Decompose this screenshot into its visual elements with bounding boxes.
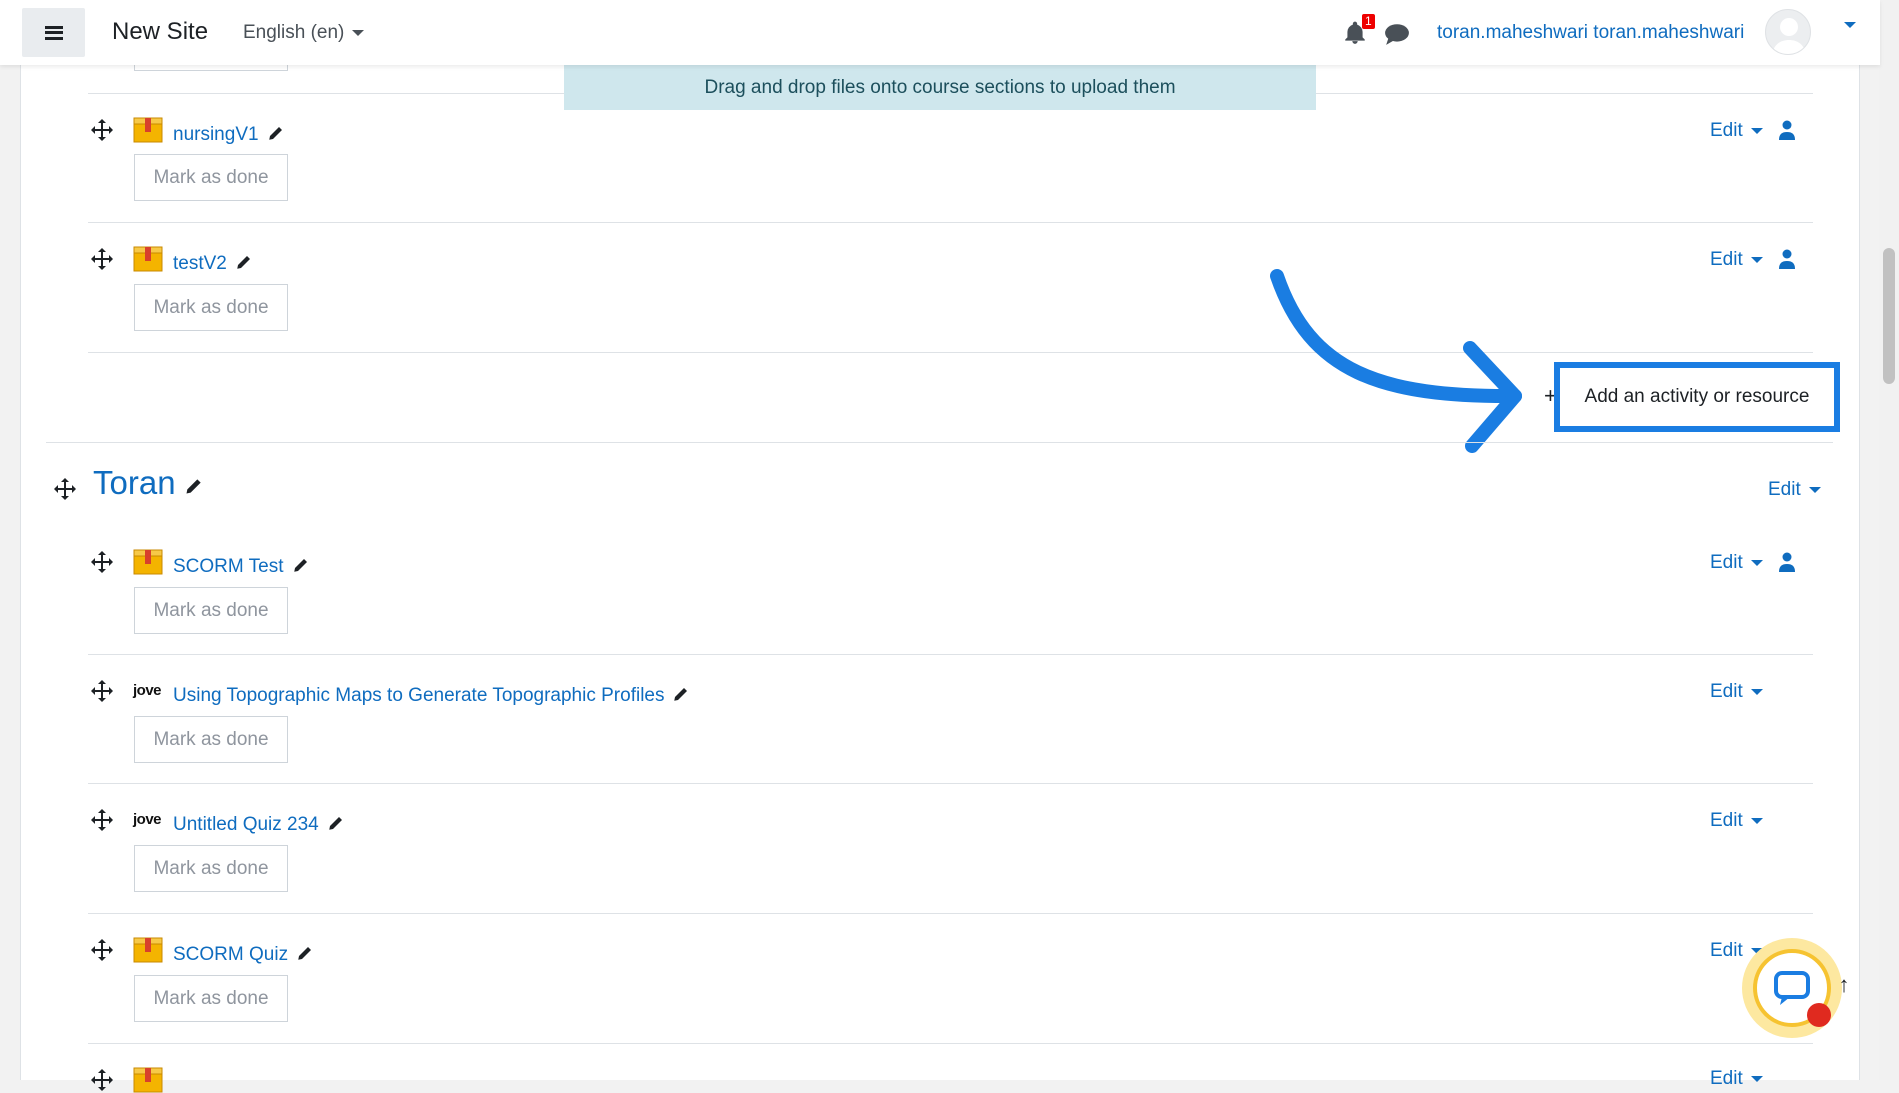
- annotation-arrow-icon: [1270, 269, 1522, 453]
- section-divider: [46, 442, 1833, 443]
- hamburger-icon: [44, 25, 63, 40]
- edit-label: Edit: [1710, 249, 1743, 270]
- scrollbar-thumb[interactable]: [1883, 248, 1895, 384]
- activity-link[interactable]: Untitled Quiz 234: [173, 814, 345, 836]
- notification-count-badge: 1: [1362, 14, 1375, 29]
- activity-name: testV2: [173, 253, 227, 274]
- scrollbar[interactable]: [1879, 0, 1899, 1080]
- move-icon[interactable]: [90, 550, 114, 574]
- pencil-icon[interactable]: [672, 685, 690, 703]
- pencil-icon[interactable]: [296, 944, 314, 962]
- activity-link[interactable]: testV2: [173, 253, 253, 275]
- activity-link[interactable]: Using Topographic Maps to Generate Topog…: [173, 685, 690, 707]
- edit-menu[interactable]: Edit: [1710, 249, 1763, 271]
- chevron-down-icon: [1750, 688, 1763, 695]
- avatar[interactable]: [1765, 9, 1811, 55]
- move-icon[interactable]: [90, 679, 114, 703]
- jove-logo-icon: jove: [133, 682, 162, 699]
- help-chat-inner: [1753, 949, 1831, 1027]
- edit-menu[interactable]: Edit: [1710, 1068, 1763, 1090]
- edit-menu[interactable]: Edit: [1710, 810, 1763, 832]
- activity-divider: [88, 654, 1813, 655]
- move-icon[interactable]: [90, 938, 114, 962]
- scorm-package-icon: [133, 117, 163, 143]
- move-icon[interactable]: [90, 118, 114, 142]
- top-navbar: New Site English (en) 1 toran.maheshwari…: [0, 0, 1880, 65]
- scorm-package-icon: [133, 549, 163, 575]
- activity-name: SCORM Quiz: [173, 944, 289, 965]
- activity-divider: [88, 783, 1813, 784]
- add-activity-button[interactable]: Add an activity or resource: [1554, 362, 1840, 432]
- activity-name: SCORM Test: [173, 556, 284, 577]
- scorm-package-icon: [133, 1067, 163, 1093]
- jove-logo-icon: jove: [133, 811, 162, 828]
- mark-done-button[interactable]: Mark as done: [134, 284, 288, 331]
- activity-name: Using Topographic Maps to Generate Topog…: [173, 685, 665, 706]
- course-page: [20, 0, 1860, 1080]
- chevron-down-icon: [1750, 1075, 1763, 1082]
- move-icon[interactable]: [53, 477, 77, 501]
- drag-drop-banner: Drag and drop files onto course sections…: [564, 65, 1316, 110]
- edit-menu[interactable]: Edit: [1710, 681, 1763, 703]
- language-label: English (en): [243, 22, 345, 43]
- chat-bubble-icon: [1774, 971, 1810, 1005]
- edit-label: Edit: [1710, 810, 1743, 831]
- user-name[interactable]: toran.maheshwari toran.maheshwari: [1437, 22, 1744, 44]
- pencil-icon[interactable]: [235, 253, 253, 271]
- move-icon[interactable]: [90, 247, 114, 271]
- mark-done-button[interactable]: Mark as done: [134, 975, 288, 1022]
- pencil-icon[interactable]: [267, 124, 285, 142]
- activity-link[interactable]: nursingV1: [173, 124, 285, 146]
- edit-menu[interactable]: Edit: [1710, 552, 1763, 574]
- mark-done-button[interactable]: Mark as done: [134, 845, 288, 892]
- edit-label: Edit: [1710, 120, 1743, 141]
- activity-divider: [88, 1043, 1813, 1044]
- user-menu-caret-icon[interactable]: [1844, 22, 1856, 28]
- drawer-toggle-button[interactable]: [22, 8, 85, 57]
- language-menu[interactable]: English (en): [243, 22, 365, 44]
- edit-label: Edit: [1710, 681, 1743, 702]
- activity-divider: [88, 913, 1813, 914]
- edit-label: Edit: [1710, 552, 1743, 573]
- chevron-down-icon: [1750, 559, 1763, 566]
- chevron-down-icon: [1808, 486, 1821, 493]
- move-icon[interactable]: [90, 808, 114, 832]
- mark-done-button[interactable]: Mark as done: [134, 587, 288, 634]
- chevron-down-icon: [1750, 256, 1763, 263]
- scorm-package-icon: [133, 937, 163, 963]
- section-title-text: Toran: [93, 464, 176, 501]
- activity-divider: [88, 222, 1813, 223]
- mark-done-button[interactable]: Mark as done: [134, 154, 288, 201]
- activity-link[interactable]: SCORM Quiz: [173, 944, 314, 966]
- section-edit-menu[interactable]: Edit: [1768, 479, 1821, 501]
- user-restriction-icon[interactable]: [1778, 120, 1796, 140]
- back-to-top-button[interactable]: ↑: [1826, 972, 1862, 1012]
- chevron-down-icon: [352, 29, 365, 36]
- user-restriction-icon[interactable]: [1778, 552, 1796, 572]
- pencil-icon[interactable]: [292, 556, 310, 574]
- chevron-down-icon: [1750, 817, 1763, 824]
- move-icon[interactable]: [90, 1068, 114, 1092]
- activity-link[interactable]: SCORM Test: [173, 556, 310, 578]
- scorm-package-icon: [133, 246, 163, 272]
- activity-name: Untitled Quiz 234: [173, 814, 319, 835]
- arrow-up-icon: ↑: [1838, 972, 1850, 997]
- section-title[interactable]: Toran: [93, 464, 204, 502]
- pencil-icon[interactable]: [184, 476, 204, 496]
- pencil-icon[interactable]: [327, 814, 345, 832]
- default-avatar-icon: [1772, 18, 1806, 54]
- edit-label: Edit: [1710, 1068, 1743, 1089]
- activity-divider: [88, 352, 1813, 353]
- mark-done-button[interactable]: Mark as done: [134, 716, 288, 763]
- edit-menu[interactable]: Edit: [1710, 120, 1763, 142]
- activity-name: nursingV1: [173, 124, 259, 145]
- user-restriction-icon[interactable]: [1778, 249, 1796, 269]
- edit-label: Edit: [1768, 479, 1801, 500]
- messages-icon[interactable]: [1384, 22, 1410, 46]
- site-name[interactable]: New Site: [112, 18, 208, 46]
- edit-label: Edit: [1710, 940, 1743, 961]
- chevron-down-icon: [1750, 127, 1763, 134]
